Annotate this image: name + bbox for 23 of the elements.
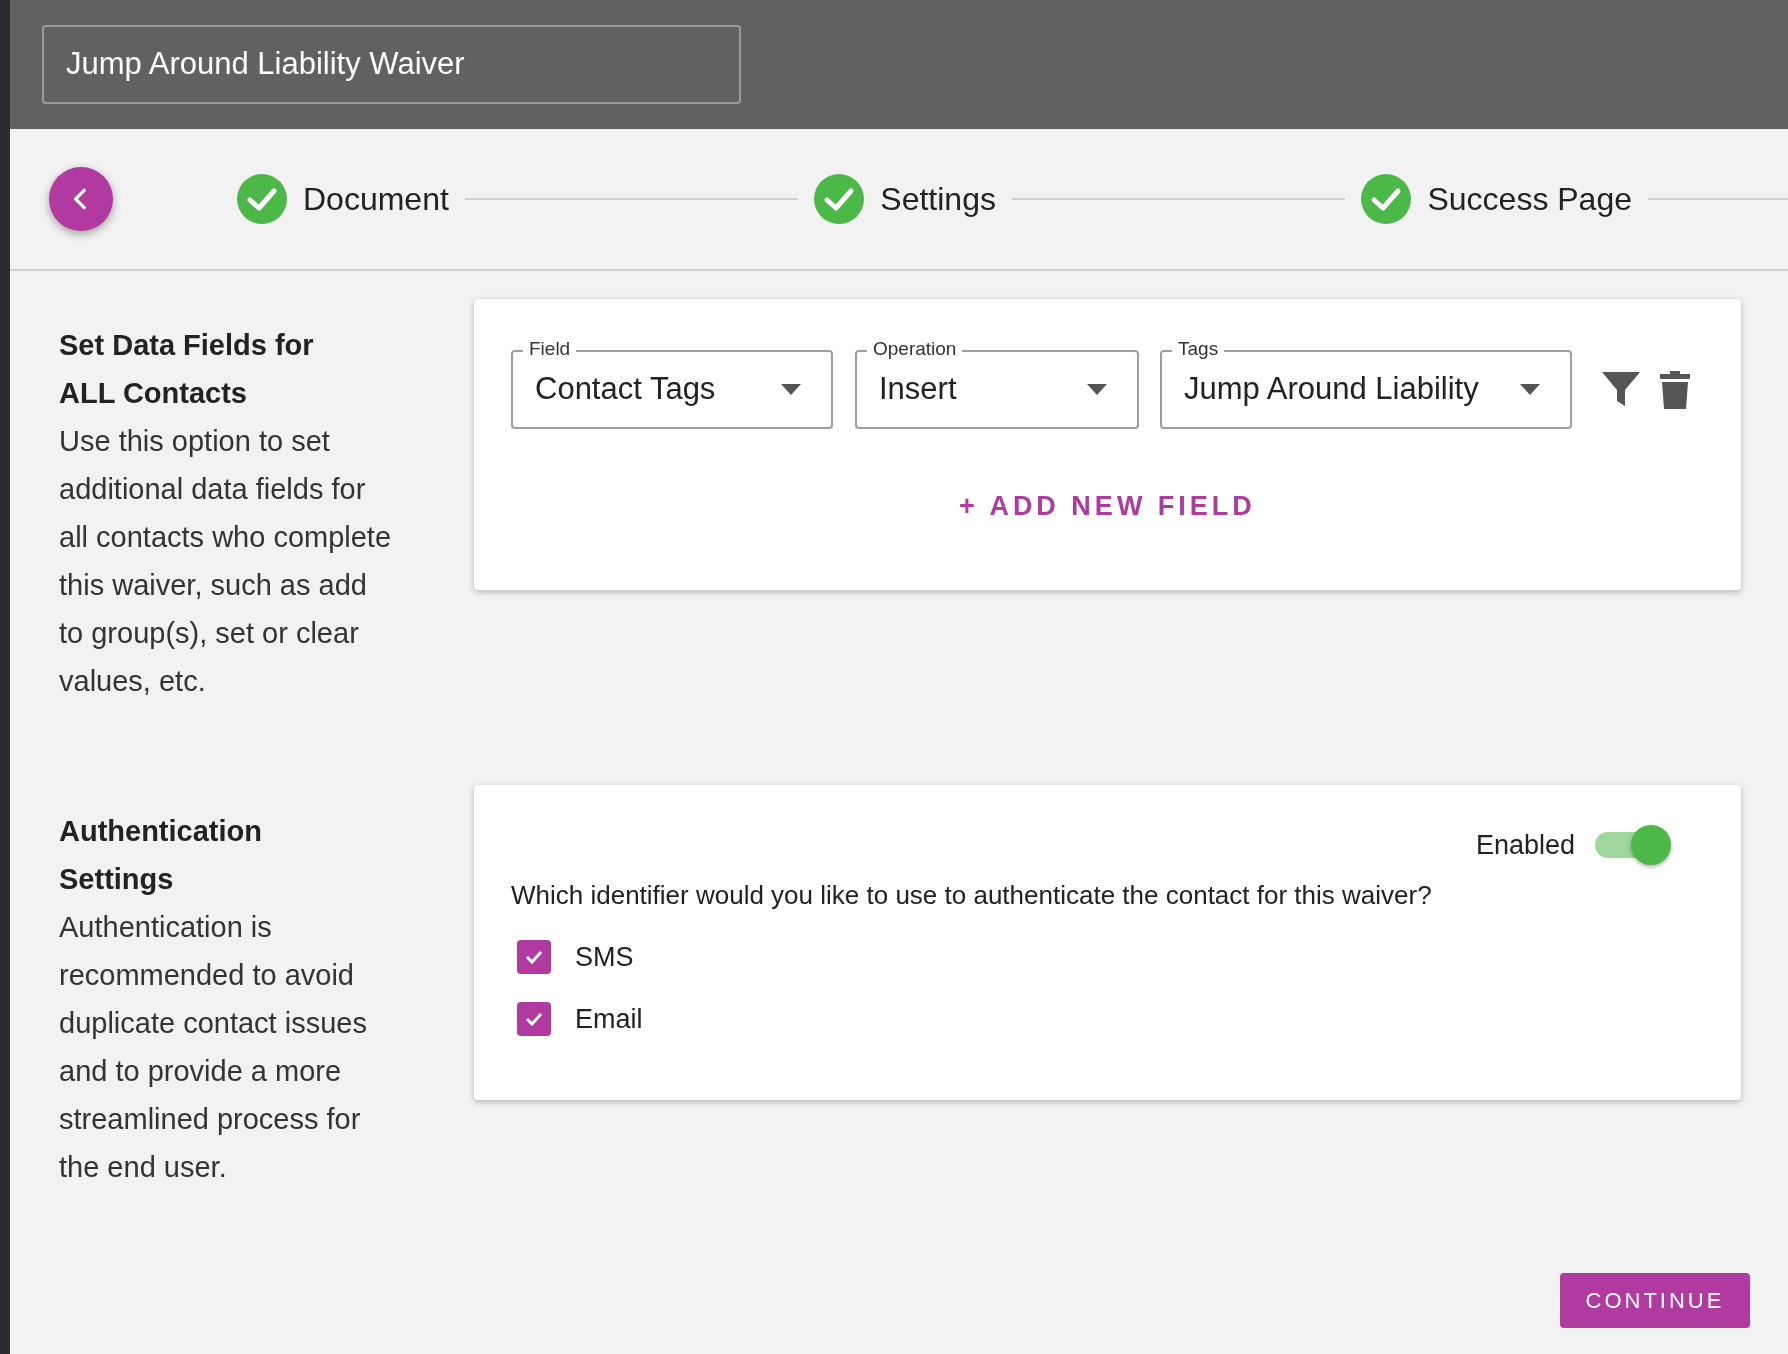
dropdown-caret-icon xyxy=(781,383,801,396)
question-text: Which identifier would you like to use to authenticate the contact for this waiver? xyxy=(511,878,1433,912)
checkbox[interactable] xyxy=(517,939,551,974)
add-new-field-button[interactable]: + ADD NEW FIELD xyxy=(951,482,1264,531)
back-button[interactable] xyxy=(49,167,113,231)
dropdown-caret-icon xyxy=(1520,383,1540,396)
step-label[interactable]: Success Page xyxy=(1427,175,1632,223)
filter-icon[interactable] xyxy=(1602,371,1640,408)
toggle-switch[interactable] xyxy=(1595,825,1671,866)
checkbox[interactable] xyxy=(517,1002,551,1037)
toggle-label: Enabled xyxy=(1475,829,1575,862)
section-heading: Authentication Settings xyxy=(59,814,263,897)
dropdown-caret-icon xyxy=(1087,383,1107,396)
continue-button[interactable]: CONTINUE xyxy=(1560,1273,1750,1328)
section-heading: Set Data Fields for ALL Contacts xyxy=(59,328,315,411)
option-label: Email xyxy=(575,1003,643,1036)
option-label: SMS xyxy=(575,940,634,974)
step-label[interactable]: Document xyxy=(303,175,449,223)
title-field[interactable]: Jump Around Liability Waiver xyxy=(42,25,741,104)
section-description: Use this option to set additional data fields for all contacts who complete this waiver, such as add to group(s), set or clear values, etc. xyxy=(59,424,393,699)
section-description: Authentication is recommended to avoid duplicate contact issues and to provide a more streamlined process for the end user. xyxy=(59,910,368,1185)
step-label[interactable]: Settings xyxy=(880,175,996,223)
trash-icon[interactable] xyxy=(1660,370,1690,409)
